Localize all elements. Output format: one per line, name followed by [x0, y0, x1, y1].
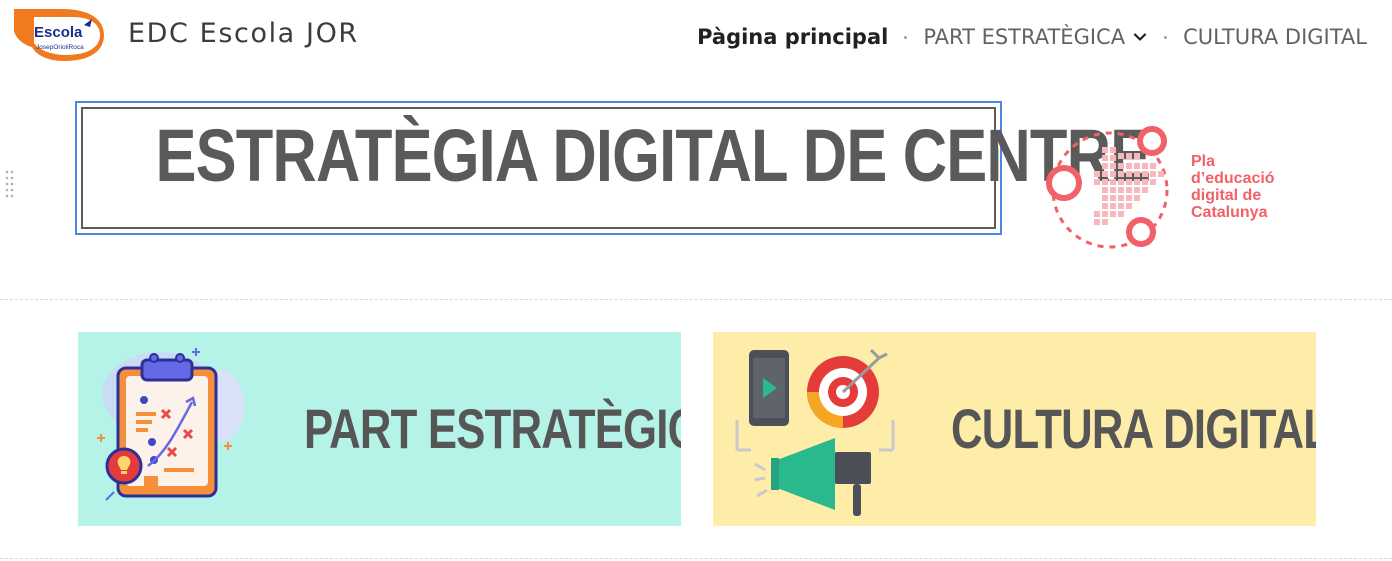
logo-text: Escola: [34, 24, 83, 41]
section-divider: [0, 299, 1392, 300]
site-title[interactable]: EDC Escola JOR: [128, 18, 359, 49]
banner-image[interactable]: ESTRATÈGIA DIGITAL DE CENTRE: [75, 101, 1151, 235]
school-logo[interactable]: Escola JosepOrioliRoca: [12, 7, 106, 63]
strategy-clipboard-icon: [97, 348, 244, 501]
pla-logo-line: d’educació: [1191, 170, 1275, 187]
section-divider: [0, 558, 1392, 559]
nav-home-label: Pàgina principal: [697, 25, 889, 49]
nav-part-estrategica-label: PART ESTRATÈGICA: [923, 25, 1126, 49]
nav-part-estrategica[interactable]: PART ESTRATÈGICA: [923, 25, 1148, 49]
site-header: Escola JosepOrioliRoca EDC Escola JOR Pà…: [0, 0, 1392, 74]
pla-logo-line: Pla: [1191, 153, 1216, 170]
digital-culture-icon: [735, 348, 895, 516]
card-part-estrategica[interactable]: PART ESTRATÈGICA: [78, 332, 681, 526]
pla-educacio-digital-logo[interactable]: Pla d’educació digital de Catalunya: [1040, 125, 1300, 250]
pla-logo-text: Pla d’educació digital de Catalunya: [1191, 153, 1275, 221]
main-nav: Pàgina principal PART ESTRATÈGICA CULTUR…: [697, 22, 1367, 52]
banner-title: ESTRATÈGIA DIGITAL DE CENTRE: [155, 114, 1151, 197]
catalonia-map-icon: [1046, 126, 1169, 249]
nav-home[interactable]: Pàgina principal: [697, 25, 888, 49]
card-part-estrategica-label: PART ESTRATÈGICA: [304, 397, 681, 460]
logo-subtext: JosepOrioliRoca: [36, 44, 84, 51]
pla-logo-line: Catalunya: [1191, 204, 1268, 221]
card-cultura-digital-label: CULTURA DIGITAL: [951, 397, 1316, 460]
nav-cultura-digital-label: CULTURA DIGITAL: [1183, 25, 1367, 49]
nav-separator: [1164, 35, 1168, 39]
drag-handle-icon[interactable]: [5, 170, 15, 198]
pla-logo-line: digital de: [1191, 187, 1262, 204]
chevron-down-icon[interactable]: [1132, 29, 1148, 45]
nav-cultura-digital[interactable]: CULTURA DIGITAL: [1183, 25, 1367, 49]
nav-separator: [904, 35, 908, 39]
card-cultura-digital[interactable]: CULTURA DIGITAL: [713, 332, 1316, 526]
